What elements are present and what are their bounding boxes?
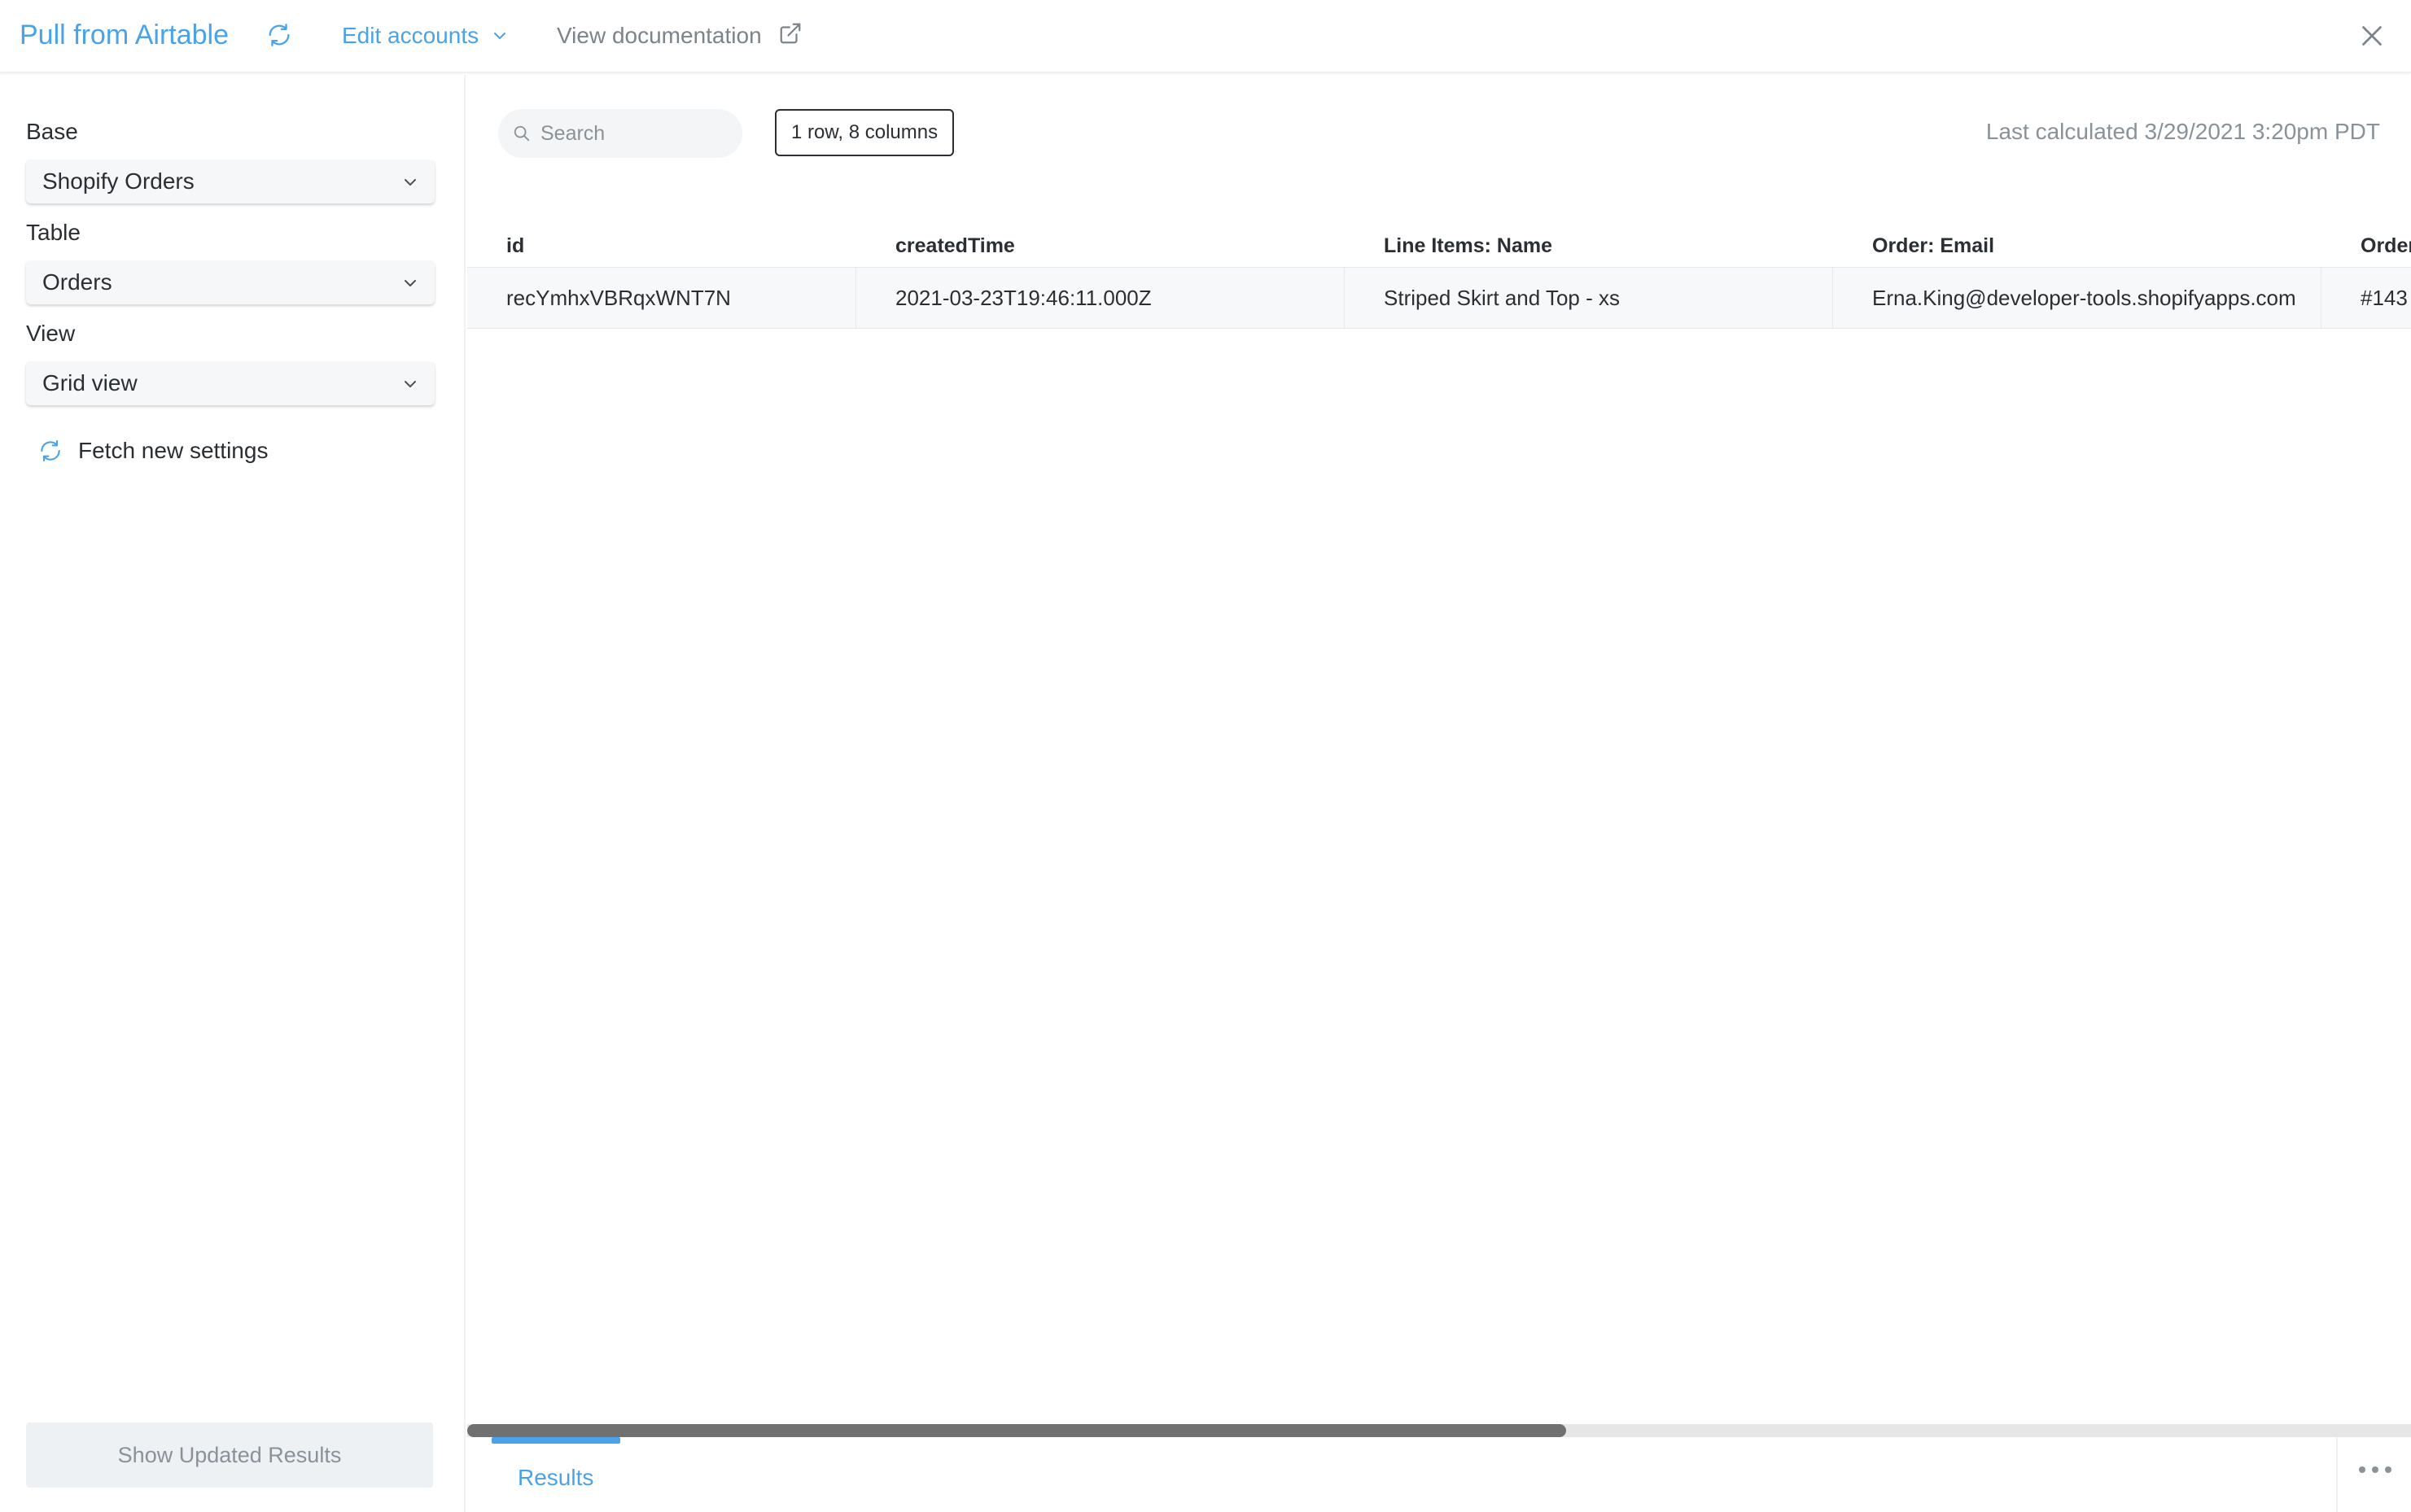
fetch-new-settings-label: Fetch new settings [78, 438, 269, 463]
tab-results[interactable]: Results [518, 1462, 593, 1494]
chevron-down-icon [405, 280, 416, 286]
table-cell: Erna.King@developer-tools.shopifyapps.co… [1833, 268, 2321, 328]
column-header-createdtime[interactable]: createdTime [895, 233, 1015, 259]
sidebar: Base Shopify Orders Table Orders View Gr… [0, 75, 466, 1512]
table-cell: Striped Skirt and Top - xs [1345, 268, 1833, 328]
table-row[interactable]: recYmhxVBRqxWNT7N 2021-03-23T19:46:11.00… [467, 267, 2411, 329]
table-select[interactable]: Orders [26, 260, 435, 304]
last-calculated-text: Last calculated 3/29/2021 3:20pm PDT [1985, 119, 2380, 144]
table-label: Table [26, 220, 81, 245]
view-select[interactable]: Grid view [26, 361, 435, 405]
horizontal-scrollbar[interactable] [467, 1424, 2411, 1437]
bottom-tab-bar: Results [467, 1437, 2411, 1512]
view-documentation-link[interactable]: View documentation [557, 20, 762, 52]
base-label: Base [26, 119, 78, 144]
search-box[interactable] [498, 109, 742, 158]
active-tab-indicator [492, 1437, 620, 1444]
more-icon[interactable] [2357, 1465, 2393, 1475]
search-input[interactable] [539, 119, 726, 148]
view-select-value: Grid view [42, 370, 138, 395]
column-header-line-items-name[interactable]: Line Items: Name [1384, 233, 1552, 259]
header: Pull from Airtable Edit accounts View do… [0, 0, 2411, 73]
base-select[interactable]: Shopify Orders [26, 160, 435, 203]
divider [2336, 1437, 2338, 1512]
close-icon[interactable] [2357, 21, 2387, 50]
view-label: View [26, 321, 76, 346]
results-panel: 1 row, 8 columns Last calculated 3/29/20… [467, 75, 2411, 1512]
external-link-icon[interactable] [778, 21, 803, 46]
chevron-down-icon [405, 381, 416, 387]
page-title: Pull from Airtable [20, 20, 229, 50]
chevron-down-icon[interactable] [490, 26, 510, 46]
fetch-new-settings-button[interactable]: Fetch new settings [37, 435, 330, 467]
scrollbar-thumb[interactable] [467, 1424, 1566, 1437]
table-cell: recYmhxVBRqxWNT7N [467, 268, 856, 328]
table-cell: #143 [2361, 286, 2408, 310]
table-cell: 2021-03-23T19:46:11.000Z [856, 268, 1345, 328]
column-header-id[interactable]: id [506, 233, 524, 259]
table-select-value: Orders [42, 269, 112, 295]
refresh-icon[interactable] [265, 21, 293, 49]
column-header-order-email[interactable]: Order: Email [1872, 233, 1994, 259]
chevron-down-icon [405, 179, 416, 186]
edit-accounts-button[interactable]: Edit accounts [342, 20, 479, 52]
base-select-value: Shopify Orders [42, 168, 195, 194]
table-header: id createdTime Line Items: Name Order: E… [467, 221, 2411, 270]
search-icon [514, 125, 530, 142]
refresh-icon [41, 439, 60, 462]
column-header-order[interactable]: Order [2361, 233, 2411, 259]
row-count-badge[interactable]: 1 row, 8 columns [775, 109, 955, 156]
show-updated-results-button[interactable]: Show Updated Results [26, 1422, 433, 1488]
